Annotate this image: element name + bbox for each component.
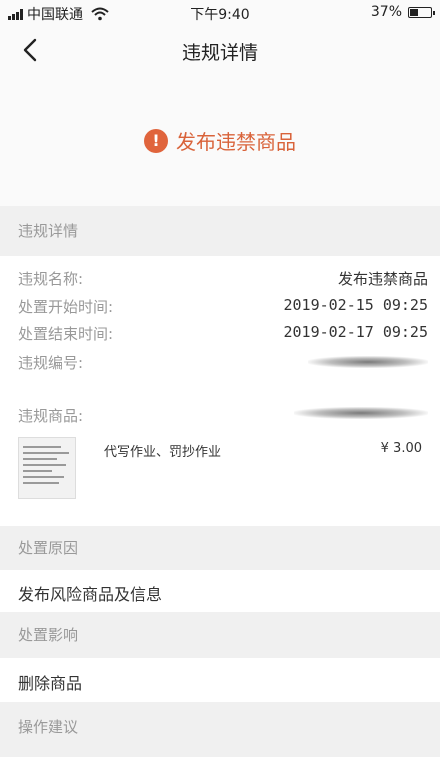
redacted-id (308, 356, 428, 368)
detail-row-end-time: 处置结束时间: 2019-02-17 09:25 (18, 323, 428, 344)
product-thumbnail[interactable] (18, 437, 76, 499)
status-bar: 中国联通 下午9:40 37% (0, 0, 440, 26)
battery-percent: 37% (370, 4, 402, 20)
detail-label: 处置结束时间: (18, 325, 114, 343)
alert-icon: ! (144, 128, 168, 153)
product-name[interactable]: 代写作业、罚抄作业 (104, 441, 221, 460)
battery-icon (408, 6, 435, 18)
impact-text: 删除商品 (18, 674, 83, 693)
detail-value: 发布违禁商品 (337, 270, 428, 288)
redacted-product-id (294, 407, 428, 419)
detail-row-start-time: 处置开始时间: 2019-02-15 09:25 (18, 296, 428, 317)
advice-section-header: 操作建议 (0, 702, 440, 757)
reason-section-header: 处置原因 (0, 526, 440, 570)
violation-banner-content: ! 发布违禁商品 (0, 126, 440, 155)
detail-label: 违规编号: (18, 354, 84, 372)
details-section-header: 违规详情 (0, 206, 440, 256)
detail-value: 2019-02-17 09:25 (283, 323, 429, 341)
nav-bar: 违规详情 (0, 26, 440, 74)
detail-value: 2019-02-15 09:25 (283, 296, 429, 314)
page-title: 违规详情 (181, 42, 258, 64)
product-price: ¥ 3.00 (380, 441, 422, 456)
detail-label: 违规商品: (18, 407, 84, 425)
detail-label: 违规名称: (18, 270, 84, 288)
reason-text: 发布风险商品及信息 (18, 585, 163, 604)
impact-section-header: 处置影响 (0, 612, 440, 658)
status-right: 37% (370, 4, 435, 20)
detail-label: 处置开始时间: (18, 298, 114, 316)
violation-banner: ! 发布违禁商品 (0, 74, 440, 206)
violation-type: 发布违禁商品 (176, 130, 296, 154)
detail-row-name: 违规名称: 发布违禁商品 (18, 268, 428, 289)
